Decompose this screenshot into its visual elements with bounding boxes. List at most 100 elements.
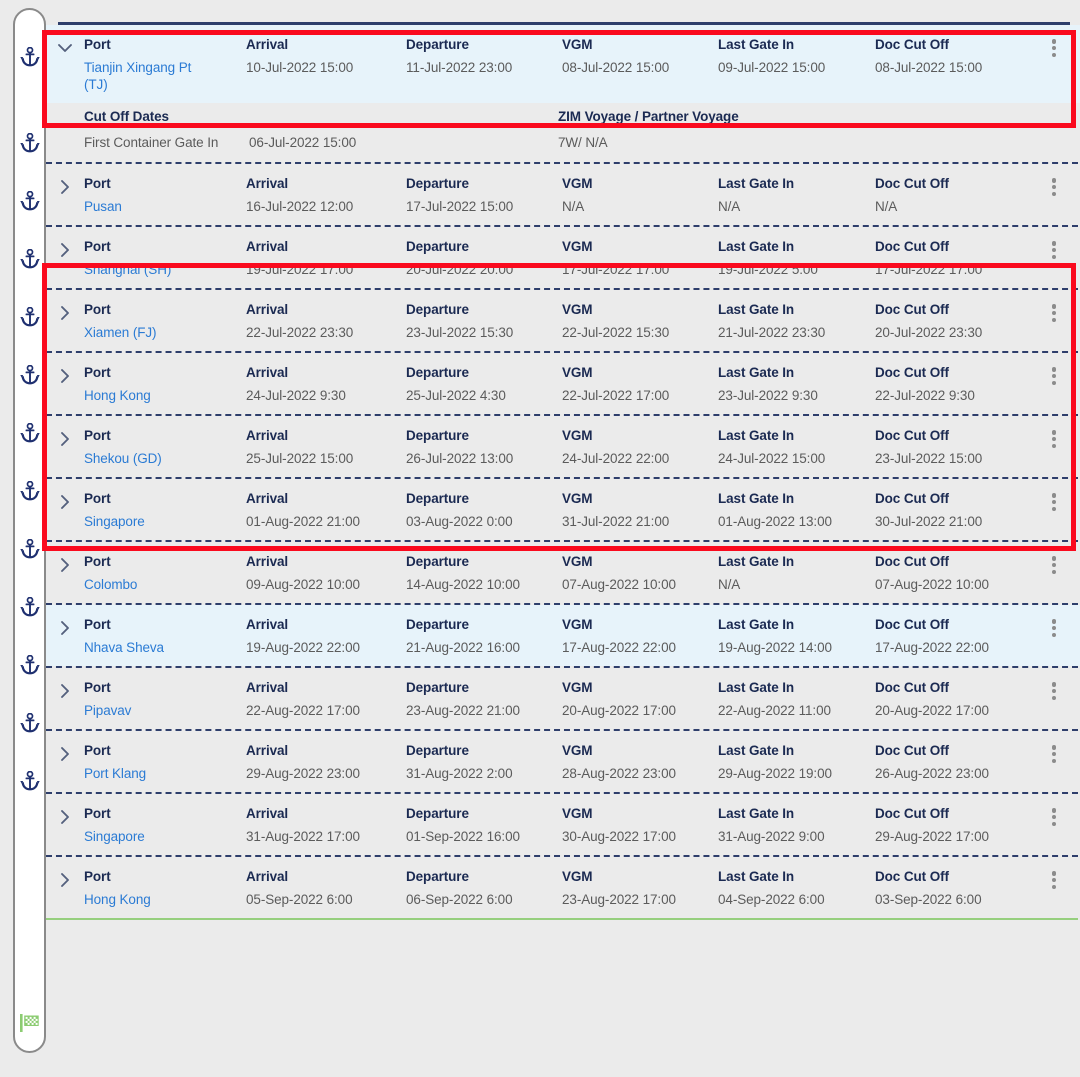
- expand-toggle[interactable]: [46, 302, 84, 321]
- voyage-leg-row[interactable]: PortPipavavArrival22-Aug-2022 17:00Depar…: [46, 668, 1080, 729]
- vgm-value: 30-Aug-2022 17:00: [562, 828, 718, 845]
- departure-value: 26-Jul-2022 13:00: [406, 450, 562, 467]
- port-name-link[interactable]: Singapore: [84, 513, 214, 530]
- port-name-link[interactable]: Pusan: [84, 198, 214, 215]
- voyage-leg-row[interactable]: PortShekou (GD)Arrival25-Jul-2022 15:00D…: [46, 416, 1080, 477]
- column-header-vgm: VGM: [562, 617, 718, 633]
- voyage-leg-row[interactable]: PortPort KlangArrival29-Aug-2022 23:00De…: [46, 731, 1080, 792]
- leg-summary[interactable]: PortSingaporeArrival01-Aug-2022 21:00Dep…: [46, 479, 1080, 540]
- arrival-cell: Arrival25-Jul-2022 15:00: [246, 428, 406, 467]
- voyage-leg-row[interactable]: PortHong KongArrival24-Jul-2022 9:30Depa…: [46, 353, 1080, 414]
- port-name-link[interactable]: Hong Kong: [84, 891, 214, 908]
- leg-summary[interactable]: PortPort KlangArrival29-Aug-2022 23:00De…: [46, 731, 1080, 792]
- column-header-departure: Departure: [406, 617, 562, 633]
- port-name-link[interactable]: Tianjin Xingang Pt (TJ): [84, 59, 214, 93]
- port-name-link[interactable]: Singapore: [84, 828, 214, 845]
- voyage-leg-row[interactable]: PortTianjin Xingang Pt (TJ)Arrival10-Jul…: [46, 25, 1080, 162]
- expand-toggle[interactable]: [46, 806, 84, 825]
- vgm-value: 17-Aug-2022 22:00: [562, 639, 718, 656]
- leg-summary[interactable]: PortShanghai (SH)Arrival19-Jul-2022 17:0…: [46, 227, 1080, 288]
- cut-off-dates-group: Cut Off DatesFirst Container Gate In06-J…: [84, 109, 558, 150]
- expand-toggle[interactable]: [46, 176, 84, 195]
- port-name-link[interactable]: Hong Kong: [84, 387, 214, 404]
- leg-options-menu-button[interactable]: [1044, 37, 1064, 59]
- last-gate-in-cell: Last Gate InN/A: [718, 554, 875, 593]
- voyage-leg-row[interactable]: PortColomboArrival09-Aug-2022 10:00Depar…: [46, 542, 1080, 603]
- column-header-last-gate-in: Last Gate In: [718, 617, 875, 633]
- last-gate-in-value: 24-Jul-2022 15:00: [718, 450, 875, 467]
- departure-value: 20-Jul-2022 20:00: [406, 261, 562, 278]
- column-header-last-gate-in: Last Gate In: [718, 869, 875, 885]
- port-name-link[interactable]: Colombo: [84, 576, 214, 593]
- voyage-leg-row[interactable]: PortNhava ShevaArrival19-Aug-2022 22:00D…: [46, 605, 1080, 666]
- port-name-link[interactable]: Shekou (GD): [84, 450, 214, 467]
- last-gate-in-cell: Last Gate In19-Aug-2022 14:00: [718, 617, 875, 656]
- leg-options-menu-button[interactable]: [1044, 617, 1064, 639]
- expand-toggle[interactable]: [46, 869, 84, 888]
- expand-toggle[interactable]: [46, 617, 84, 636]
- zim-voyage-group: ZIM Voyage / Partner Voyage7W/ N/A: [558, 109, 1080, 150]
- voyage-leg-row[interactable]: PortShanghai (SH)Arrival19-Jul-2022 17:0…: [46, 227, 1080, 288]
- port-name-link[interactable]: Shanghai (SH): [84, 261, 214, 278]
- leg-options-menu-button[interactable]: [1044, 743, 1064, 765]
- leg-options-menu-button[interactable]: [1044, 554, 1064, 576]
- expand-toggle[interactable]: [46, 680, 84, 699]
- arrival-cell: Arrival29-Aug-2022 23:00: [246, 743, 406, 782]
- expand-toggle[interactable]: [46, 554, 84, 573]
- voyage-leg-row[interactable]: PortSingaporeArrival01-Aug-2022 21:00Dep…: [46, 479, 1080, 540]
- leg-summary[interactable]: PortHong KongArrival24-Jul-2022 9:30Depa…: [46, 353, 1080, 414]
- expand-toggle[interactable]: [46, 743, 84, 762]
- leg-summary[interactable]: PortNhava ShevaArrival19-Aug-2022 22:00D…: [46, 605, 1080, 666]
- port-name-link[interactable]: Port Klang: [84, 765, 214, 782]
- leg-summary[interactable]: PortPusanArrival16-Jul-2022 12:00Departu…: [46, 164, 1080, 225]
- column-header-departure: Departure: [406, 302, 562, 318]
- doc-cut-off-value: 29-Aug-2022 17:00: [875, 828, 1035, 845]
- arrival-value: 22-Aug-2022 17:00: [246, 702, 406, 719]
- leg-summary[interactable]: PortShekou (GD)Arrival25-Jul-2022 15:00D…: [46, 416, 1080, 477]
- port-name-link[interactable]: Xiamen (FJ): [84, 324, 214, 341]
- leg-summary[interactable]: PortPipavavArrival22-Aug-2022 17:00Depar…: [46, 668, 1080, 729]
- first-container-gate-in-value: 06-Jul-2022 15:00: [249, 135, 356, 150]
- port-name-link[interactable]: Pipavav: [84, 702, 214, 719]
- expand-toggle[interactable]: [46, 37, 84, 56]
- voyage-leg-row[interactable]: PortXiamen (FJ)Arrival22-Jul-2022 23:30D…: [46, 290, 1080, 351]
- voyage-leg-row[interactable]: PortHong KongArrival05-Sep-2022 6:00Depa…: [46, 857, 1080, 918]
- leg-options-menu-button[interactable]: [1044, 806, 1064, 828]
- leg-options-menu-button[interactable]: [1044, 491, 1064, 513]
- green-flag-icon: [19, 1014, 41, 1032]
- expand-toggle[interactable]: [46, 491, 84, 510]
- expand-toggle[interactable]: [46, 365, 84, 384]
- column-header-last-gate-in: Last Gate In: [718, 302, 875, 318]
- column-header-port: Port: [84, 743, 246, 759]
- leg-summary[interactable]: PortXiamen (FJ)Arrival22-Jul-2022 23:30D…: [46, 290, 1080, 351]
- anchor-icon: [20, 423, 40, 444]
- port-cell: PortShanghai (SH): [84, 239, 246, 278]
- chevron-right-icon: [57, 872, 73, 888]
- expand-toggle[interactable]: [46, 239, 84, 258]
- leg-options-menu-button[interactable]: [1044, 176, 1064, 198]
- leg-summary[interactable]: PortSingaporeArrival31-Aug-2022 17:00Dep…: [46, 794, 1080, 855]
- leg-options-menu-button[interactable]: [1044, 239, 1064, 261]
- expand-toggle[interactable]: [46, 428, 84, 447]
- leg-options-menu-button[interactable]: [1044, 680, 1064, 702]
- leg-summary[interactable]: PortTianjin Xingang Pt (TJ)Arrival10-Jul…: [46, 25, 1080, 103]
- leg-options-menu-button[interactable]: [1044, 365, 1064, 387]
- vgm-value: 28-Aug-2022 23:00: [562, 765, 718, 782]
- leg-summary[interactable]: PortHong KongArrival05-Sep-2022 6:00Depa…: [46, 857, 1080, 918]
- leg-options-menu-button[interactable]: [1044, 428, 1064, 450]
- voyage-leg-row[interactable]: PortSingaporeArrival31-Aug-2022 17:00Dep…: [46, 794, 1080, 855]
- port-name-link[interactable]: Nhava Sheva: [84, 639, 214, 656]
- chevron-right-icon: [57, 431, 73, 447]
- leg-summary[interactable]: PortColomboArrival09-Aug-2022 10:00Depar…: [46, 542, 1080, 603]
- column-header-last-gate-in: Last Gate In: [718, 806, 875, 822]
- column-header-departure: Departure: [406, 428, 562, 444]
- departure-value: 01-Sep-2022 16:00: [406, 828, 562, 845]
- last-gate-in-value: 21-Jul-2022 23:30: [718, 324, 875, 341]
- voyage-leg-list: PortTianjin Xingang Pt (TJ)Arrival10-Jul…: [46, 25, 1080, 920]
- column-header-vgm: VGM: [562, 302, 718, 318]
- voyage-leg-row[interactable]: PortPusanArrival16-Jul-2022 12:00Departu…: [46, 164, 1080, 225]
- leg-options-menu-button[interactable]: [1044, 869, 1064, 891]
- leg-options-menu-button[interactable]: [1044, 302, 1064, 324]
- vgm-cell: VGM17-Jul-2022 17:00: [562, 239, 718, 278]
- departure-value: 23-Jul-2022 15:30: [406, 324, 562, 341]
